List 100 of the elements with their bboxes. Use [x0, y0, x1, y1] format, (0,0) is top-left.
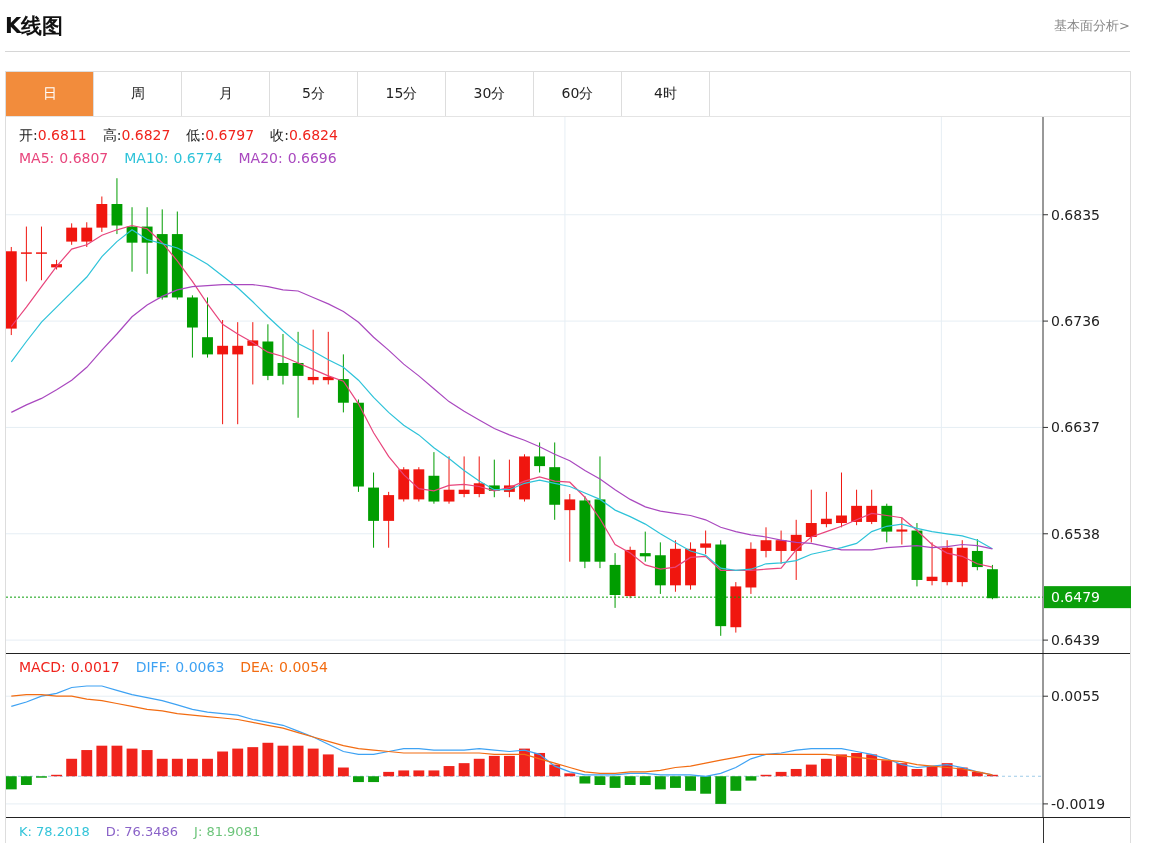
histogram-bar — [217, 751, 229, 777]
histogram-bar — [639, 776, 651, 785]
histogram-bar — [987, 774, 998, 777]
histogram-bar — [247, 747, 259, 777]
histogram-bar — [353, 776, 364, 783]
candlestick — [881, 503, 893, 543]
histogram-bar — [836, 754, 847, 777]
candlestick — [141, 206, 153, 275]
candlestick — [36, 226, 47, 281]
histogram-bar — [383, 771, 395, 777]
kdj-reading: D: 76.3486 — [105, 824, 179, 841]
axis-tick-label: 0.6439 — [1051, 632, 1100, 649]
histogram-bar — [111, 745, 123, 777]
candlestick — [760, 526, 772, 558]
candlestick — [337, 353, 349, 413]
histogram-bar — [187, 758, 198, 777]
candlestick — [987, 564, 998, 600]
histogram-bar — [715, 776, 727, 804]
histogram-bar — [654, 776, 666, 790]
candlestick — [247, 321, 259, 385]
candlestick — [639, 531, 651, 563]
histogram-bar — [398, 770, 410, 777]
histogram-bar — [428, 770, 440, 777]
last-price-label: 0.6479 — [1044, 586, 1131, 609]
histogram-bar — [232, 748, 244, 777]
kdj-reading: K: 78.2018 — [19, 824, 90, 841]
ref-line-label: 0.6479 — [1051, 589, 1100, 606]
histogram-bar — [277, 745, 289, 777]
ohlc-reading: 收:0.6824 — [270, 127, 338, 145]
candlestick — [519, 453, 530, 503]
histogram-bar — [96, 745, 108, 777]
candlestick — [202, 296, 213, 359]
candlestick — [307, 329, 319, 385]
histogram-bar — [6, 776, 17, 790]
histogram-bar — [322, 754, 334, 777]
candlestick — [971, 538, 983, 571]
histogram-bar — [866, 754, 878, 777]
indicator-name: MACD: — [19, 659, 66, 675]
candlestick — [670, 539, 681, 593]
histogram-bar — [685, 776, 696, 791]
axis-tick-label: 0.6637 — [1051, 419, 1100, 436]
histogram-bar — [503, 755, 515, 777]
indicator-value: 0.0054 — [279, 659, 329, 675]
histogram-bar — [609, 776, 621, 788]
candlestick — [81, 221, 93, 248]
histogram-bar — [51, 774, 62, 777]
histogram-bar — [896, 763, 908, 777]
candlestick — [187, 294, 198, 359]
histogram-bar — [20, 776, 32, 785]
candlestick — [654, 541, 666, 595]
candlestick — [488, 459, 500, 498]
axis-tick-label: 0.6736 — [1051, 313, 1100, 330]
candlestick — [443, 455, 455, 505]
candlestick — [51, 259, 62, 271]
candlestick — [111, 177, 123, 235]
histogram-bar — [579, 776, 591, 784]
histogram-bar — [911, 768, 923, 777]
page-title: K线图 — [5, 12, 64, 40]
histogram-bar — [443, 766, 455, 777]
histogram-bar — [141, 750, 153, 777]
candlestick — [730, 581, 742, 634]
axis-tick-label: 0.0055 — [1051, 688, 1100, 705]
histogram-bar — [262, 742, 274, 777]
candlestick — [473, 455, 485, 498]
histogram-bar — [624, 776, 636, 785]
fundamental-analysis-link[interactable]: 基本面分析> — [1054, 16, 1130, 35]
histogram-bar — [534, 752, 546, 777]
histogram-bar — [337, 767, 349, 777]
candlestick — [428, 451, 440, 505]
histogram-bar — [307, 748, 319, 777]
candlestick — [956, 539, 968, 587]
histogram-bar — [126, 748, 138, 777]
histogram-bar — [881, 760, 893, 777]
candlestick — [700, 530, 712, 555]
histogram-bar — [926, 766, 938, 777]
candlestick — [458, 455, 470, 498]
histogram-bar — [594, 776, 606, 785]
candlestick — [866, 489, 878, 525]
histogram-bar — [941, 763, 953, 777]
histogram-bar — [805, 764, 817, 777]
candlestick — [624, 546, 636, 599]
histogram-bar — [775, 771, 787, 777]
candlestick — [277, 333, 289, 385]
candlestick — [96, 196, 108, 233]
histogram-bar — [81, 750, 93, 777]
series-name: DEA: — [240, 659, 275, 675]
series-name: MA5: — [19, 150, 55, 166]
candlestick — [126, 206, 138, 273]
series-name: MA10: — [124, 150, 169, 166]
histogram-bar — [820, 758, 832, 777]
candlestick — [805, 489, 817, 543]
moving-average-value: 0.6696 — [287, 150, 337, 166]
moving-average-value: 0.6774 — [173, 150, 223, 166]
histogram-bar — [730, 776, 742, 791]
histogram-bar — [413, 770, 425, 777]
candlestick — [896, 517, 908, 545]
candlestick — [836, 472, 847, 528]
indicator-value: 0.0017 — [70, 659, 120, 675]
candlestick — [66, 222, 78, 246]
histogram-bar — [458, 763, 470, 777]
